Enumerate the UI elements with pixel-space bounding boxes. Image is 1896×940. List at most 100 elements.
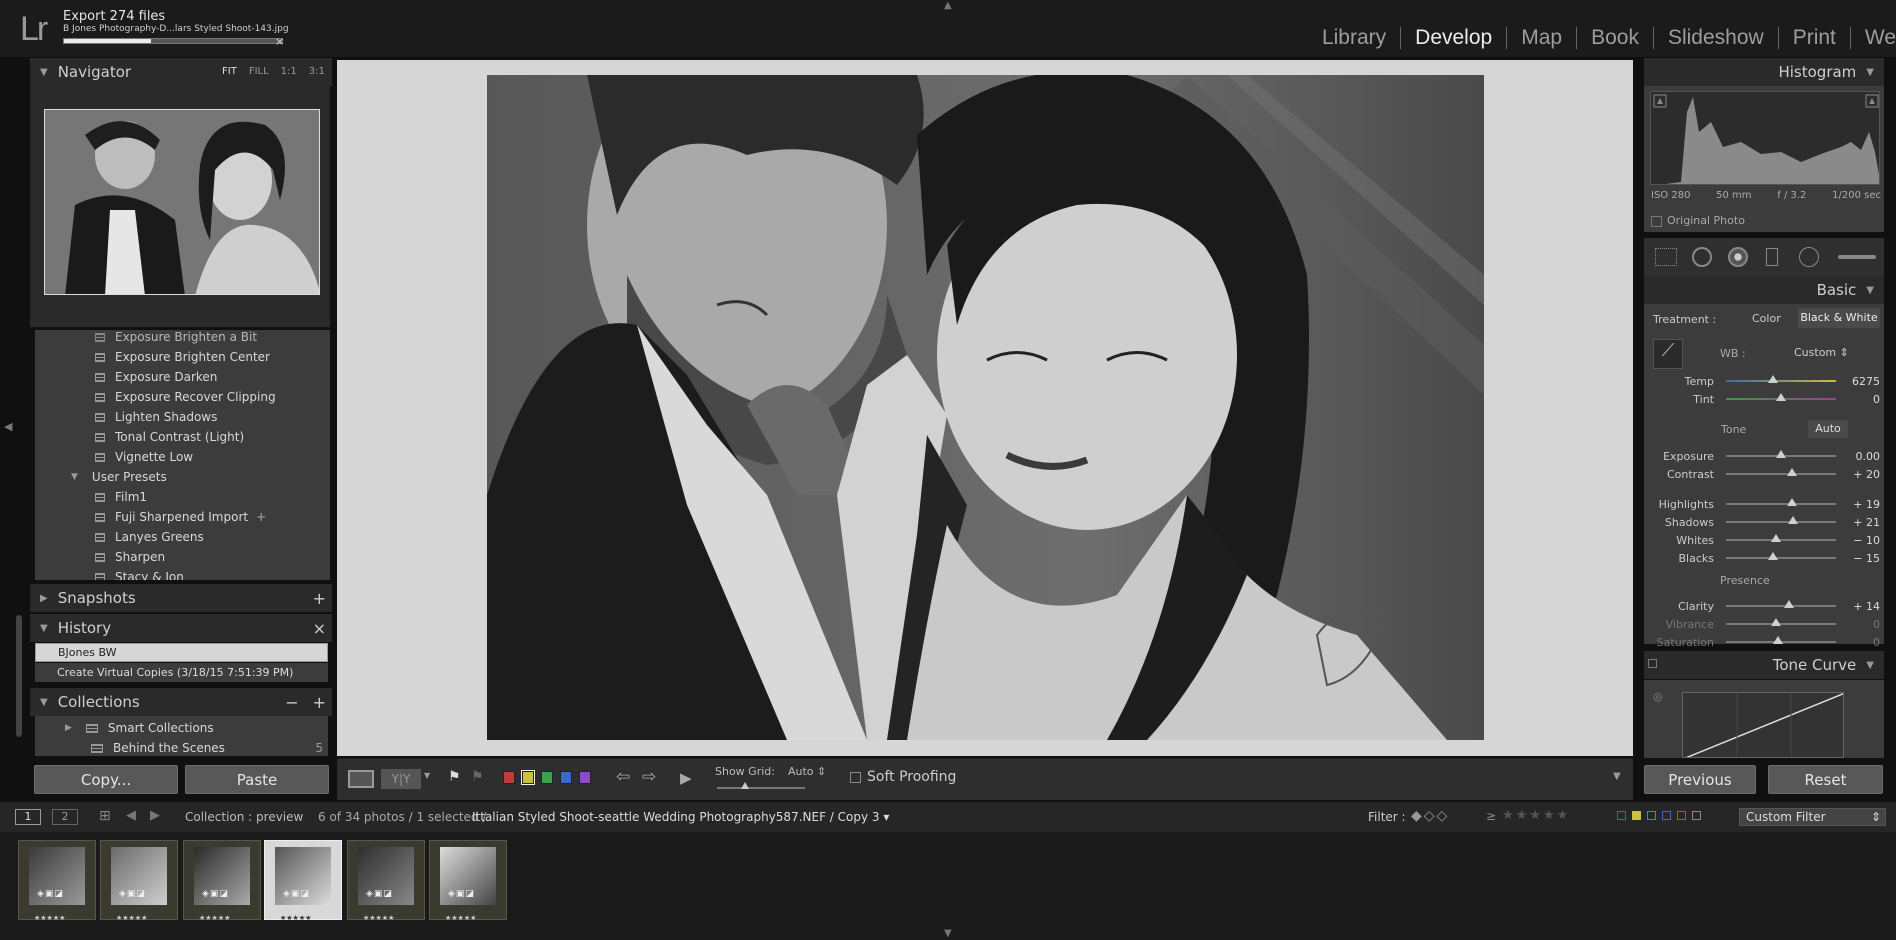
preset-item[interactable]: Exposure Brighten a Bit xyxy=(95,330,257,347)
loupe-view-icon[interactable] xyxy=(348,770,374,788)
preset-item[interactable]: Stacy & Jon xyxy=(95,567,184,580)
module-web[interactable]: We xyxy=(1851,26,1896,50)
color-label-green[interactable] xyxy=(541,771,553,784)
slider-track[interactable] xyxy=(1726,450,1836,458)
next-photo-icon[interactable]: ⇨ xyxy=(642,767,656,787)
preset-item[interactable]: Lanyes Greens xyxy=(95,527,204,547)
copy-settings-button[interactable]: Copy... xyxy=(34,765,178,794)
color-label-red[interactable] xyxy=(503,771,515,784)
forward-arrow-icon[interactable]: ▶ xyxy=(150,808,160,823)
histogram-header[interactable]: Histogram ▼ xyxy=(1644,58,1884,86)
show-grid-select[interactable]: Auto ⇕ xyxy=(788,765,826,778)
grid-size-slider[interactable] xyxy=(717,782,805,789)
play-slideshow-icon[interactable]: ▶ xyxy=(680,769,692,787)
top-panel-toggle-icon[interactable]: ▲ xyxy=(944,0,952,11)
slider-value[interactable]: 0 xyxy=(1836,393,1880,406)
red-eye-icon[interactable] xyxy=(1728,247,1748,267)
navigator-preview[interactable] xyxy=(44,109,320,295)
module-develop[interactable]: Develop xyxy=(1401,26,1506,50)
export-cancel-button[interactable]: × xyxy=(275,35,284,48)
flag-pick-icon[interactable]: ⚑ xyxy=(448,769,461,785)
left-panel-toggle-icon[interactable]: ◀ xyxy=(4,420,12,433)
treatment-color-button[interactable]: Color xyxy=(1752,312,1781,325)
slider-value[interactable]: − 15 xyxy=(1836,552,1880,565)
slider-knob[interactable] xyxy=(1768,375,1779,383)
flag-filter-icons[interactable]: ◆◇◇ xyxy=(1411,808,1449,824)
preset-item[interactable]: Exposure Darken xyxy=(95,367,217,387)
preset-item[interactable]: Sharpen xyxy=(95,547,165,567)
clear-history-button[interactable]: × xyxy=(313,619,326,638)
slider-knob[interactable] xyxy=(1787,498,1797,506)
flag-reject-icon[interactable]: ⚑ xyxy=(471,769,484,785)
tone-curve-graph[interactable] xyxy=(1682,692,1844,758)
slider-knob[interactable] xyxy=(1770,618,1781,626)
history-item-selected[interactable]: BJones BW xyxy=(35,643,328,662)
history-item[interactable]: Create Virtual Copies (3/18/15 7:51:39 P… xyxy=(35,663,328,682)
soft-proofing-checkbox[interactable] xyxy=(850,772,861,783)
original-photo-checkbox[interactable] xyxy=(1651,216,1662,227)
add-collection-button[interactable]: + xyxy=(313,693,326,712)
collections-header[interactable]: ▼ Collections − + xyxy=(30,688,332,716)
filter-green[interactable] xyxy=(1647,811,1656,820)
back-arrow-icon[interactable]: ◀ xyxy=(126,808,136,823)
tone-curve-header[interactable]: Tone Curve ▼ xyxy=(1644,651,1884,679)
slider-knob[interactable] xyxy=(1772,636,1783,644)
wb-select[interactable]: Custom ⇕ xyxy=(1794,346,1849,359)
dropdown-arrow-icon[interactable]: ▼ xyxy=(424,771,430,780)
slider-value[interactable]: + 19 xyxy=(1836,498,1880,511)
collection-behind-the-scenes[interactable]: Behind the Scenes 5 xyxy=(91,738,323,758)
window-2-button[interactable]: 2 xyxy=(52,809,78,825)
spot-removal-icon[interactable] xyxy=(1692,247,1712,267)
bottom-panel-toggle-icon[interactable]: ▼ xyxy=(944,928,952,939)
add-snapshot-button[interactable]: + xyxy=(313,589,326,608)
slider-value[interactable]: 0.00 xyxy=(1836,450,1881,463)
slider-value[interactable]: − 10 xyxy=(1836,534,1880,547)
previous-settings-button[interactable]: Previous xyxy=(1644,765,1756,794)
targeted-adjustment-icon[interactable]: ◎ xyxy=(1653,690,1663,703)
module-map[interactable]: Map xyxy=(1507,26,1576,50)
filter-yellow[interactable] xyxy=(1632,811,1641,820)
slider-value[interactable]: 0 xyxy=(1836,636,1880,649)
graduated-filter-icon[interactable] xyxy=(1766,248,1778,266)
snapshots-header[interactable]: ▶ Snapshots + xyxy=(30,584,332,612)
before-after-toggle[interactable]: Y|Y xyxy=(381,769,421,789)
slider-knob[interactable] xyxy=(1787,468,1797,476)
slider-value[interactable]: + 20 xyxy=(1836,468,1880,481)
color-label-blue[interactable] xyxy=(560,771,572,784)
window-1-button[interactable]: 1 xyxy=(15,809,41,825)
module-print[interactable]: Print xyxy=(1779,26,1850,50)
collection-source[interactable]: Collection : preview xyxy=(185,810,303,824)
preset-item[interactable]: Film1 xyxy=(95,487,147,507)
preset-folder-user-presets[interactable]: ▼ User Presets xyxy=(71,467,167,487)
filmstrip-thumbnail[interactable]: ◈▣◪ ★★★★★ xyxy=(429,840,507,922)
slider-value[interactable]: + 21 xyxy=(1836,516,1880,529)
slider-track[interactable] xyxy=(1726,375,1836,383)
slider-value[interactable]: 0 xyxy=(1836,618,1880,631)
toolbar-menu-icon[interactable]: ▼ xyxy=(1613,771,1621,782)
zoom-3-1[interactable]: 3:1 xyxy=(309,66,325,77)
preset-item[interactable]: Vignette Low xyxy=(95,447,193,467)
reset-button[interactable]: Reset xyxy=(1768,765,1883,794)
slider-knob[interactable] xyxy=(1776,393,1786,401)
color-label-purple[interactable] xyxy=(579,771,591,784)
filmstrip-thumbnail[interactable]: ◈▣◪ ★★★★★ xyxy=(183,840,261,922)
module-book[interactable]: Book xyxy=(1577,26,1653,50)
preset-item[interactable]: Exposure Recover Clipping xyxy=(95,387,276,407)
filter-other[interactable] xyxy=(1692,811,1701,820)
preset-item[interactable]: Fuji Sharpened Import + xyxy=(95,507,266,527)
tone-curve-toggle[interactable] xyxy=(1648,659,1657,668)
collection-set-smart[interactable]: ▶ Smart Collections xyxy=(65,718,214,738)
crop-tool-icon[interactable] xyxy=(1655,248,1677,266)
slider-track[interactable] xyxy=(1726,618,1836,626)
module-slideshow[interactable]: Slideshow xyxy=(1654,26,1778,50)
slider-value[interactable]: + 14 xyxy=(1836,600,1880,613)
radial-filter-icon[interactable] xyxy=(1799,247,1819,267)
left-panel-scrollbar[interactable] xyxy=(16,615,22,737)
slider-knob[interactable] xyxy=(1770,534,1781,542)
preset-item[interactable]: Lighten Shadows xyxy=(95,407,217,427)
filmstrip-thumbnail[interactable]: ◈▣◪ ★★★★★ xyxy=(347,840,425,922)
preset-item[interactable]: Tonal Contrast (Light) xyxy=(95,427,244,447)
slider-track[interactable] xyxy=(1726,552,1836,560)
zoom-1-1[interactable]: 1:1 xyxy=(281,66,297,77)
filter-purple[interactable] xyxy=(1677,811,1686,820)
